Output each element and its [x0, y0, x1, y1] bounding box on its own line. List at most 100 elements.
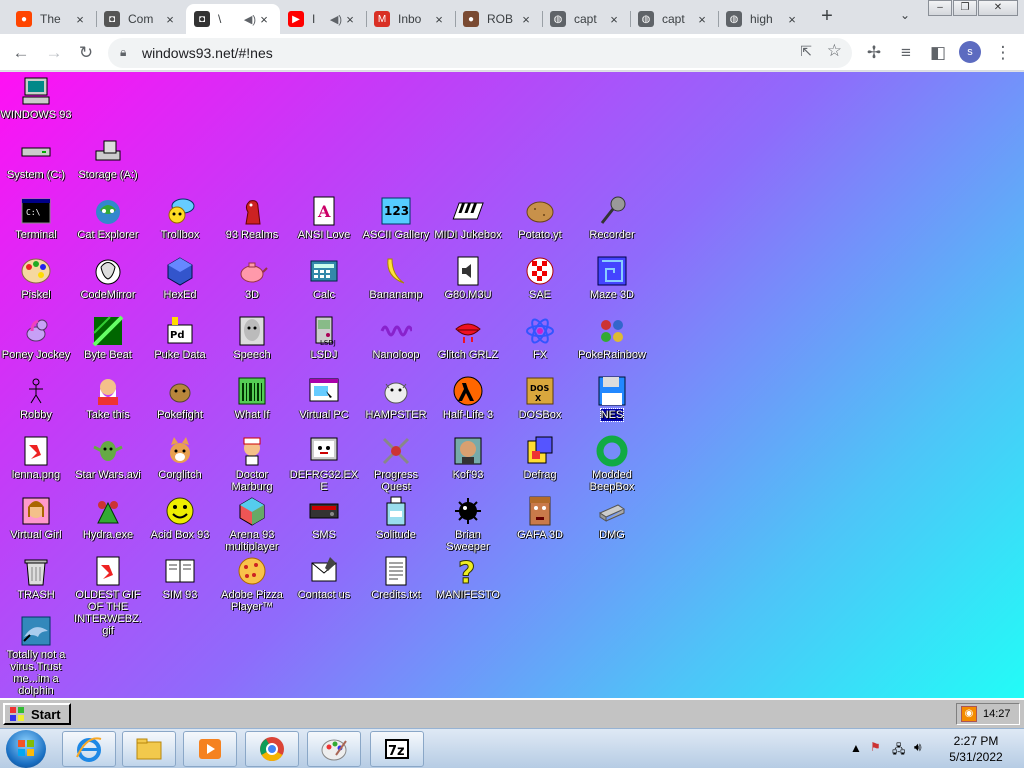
desktop-icon[interactable]: Progress Quest [360, 435, 432, 493]
desktop-icon[interactable]: Modded BeepBox [576, 435, 648, 493]
desktop-icon[interactable]: Credits.txt [360, 555, 432, 601]
browser-tab[interactable]: ◘ \ ◀) × [186, 4, 280, 34]
browser-tab[interactable]: ◍ capt × [630, 4, 718, 34]
desktop-icon[interactable]: Recorder [576, 195, 648, 241]
media-controls-icon[interactable]: ≡ [893, 40, 919, 66]
volume-icon[interactable]: 🔊︎ [914, 740, 922, 755]
taskbar-app[interactable] [307, 731, 361, 767]
minimize-button[interactable]: – [928, 0, 952, 16]
back-arrow-icon[interactable]: ← [8, 40, 34, 66]
desktop-icon[interactable]: Maze 3D [576, 255, 648, 301]
desktop-icon[interactable]: Virtual PC [288, 375, 360, 421]
desktop-icon[interactable]: OLDEST GIF OF THE INTERWEBZ.gif [72, 555, 144, 637]
desktop-icon[interactable]: Calc [288, 255, 360, 301]
desktop-icon[interactable]: A ANSI Love [288, 195, 360, 241]
desktop-icon[interactable]: 93 Realms [216, 195, 288, 241]
desktop-icon[interactable]: GAFA 3D [504, 495, 576, 541]
desktop-icon[interactable]: Speech [216, 315, 288, 361]
lock-icon[interactable]: 🔒︎ [120, 45, 126, 60]
desktop-icon[interactable]: DMG [576, 495, 648, 541]
browser-tab[interactable]: ◍ high × [718, 4, 808, 34]
side-panel-icon[interactable]: ◧ [925, 40, 951, 66]
desktop-icon[interactable]: Poney Jockey [0, 315, 72, 361]
desktop-icon[interactable]: Doctor Marburg [216, 435, 288, 493]
desktop-icon[interactable]: WINDOWS 93 [0, 75, 72, 121]
desktop-icon[interactable]: Acid Box 93 [144, 495, 216, 541]
desktop-icon[interactable]: Cat Explorer [72, 195, 144, 241]
tab-close-icon[interactable]: × [431, 12, 447, 27]
desktop-icon[interactable]: 123 ASCII Gallery [360, 195, 432, 241]
desktop-icon[interactable]: System (C:) [0, 135, 72, 181]
desktop-icon[interactable]: Solitude [360, 495, 432, 541]
tab-close-icon[interactable]: × [162, 12, 178, 27]
desktop-icon[interactable]: lenna.png [0, 435, 72, 481]
browser-tab[interactable]: ● ROB × [455, 4, 542, 34]
desktop-icon[interactable]: MIDI Jukebox [432, 195, 504, 241]
desktop-icon[interactable]: SAE [504, 255, 576, 301]
desktop-icon[interactable]: HexEd [144, 255, 216, 301]
desktop-icon[interactable]: Virtual Girl [0, 495, 72, 541]
share-icon[interactable]: ⇱ [800, 43, 812, 60]
desktop-icon[interactable]: HAMPSTER [360, 375, 432, 421]
bookmark-star-icon[interactable]: ☆ [827, 41, 842, 61]
taskbar-app[interactable] [62, 731, 116, 767]
url-text[interactable]: windows93.net/#!nes [142, 45, 273, 61]
address-bar[interactable]: 🔒︎ windows93.net/#!nes ⇱ ☆ [108, 38, 852, 68]
browser-tab[interactable]: ● The × [8, 4, 96, 34]
new-tab-button[interactable]: + [816, 6, 838, 28]
desktop-icon[interactable]: SIM 93 [144, 555, 216, 601]
desktop-icon[interactable]: Brian Sweeper [432, 495, 504, 553]
desktop-icon[interactable]: Take this [72, 375, 144, 421]
desktop-icon[interactable]: Robby [0, 375, 72, 421]
extensions-puzzle-icon[interactable]: ✢ [861, 40, 887, 66]
desktop-icon[interactable]: Pd Puke Data [144, 315, 216, 361]
desktop-icon[interactable]: FX [504, 315, 576, 361]
desktop-icon[interactable]: Bananamp [360, 255, 432, 301]
desktop-icon[interactable]: CodeMirror [72, 255, 144, 301]
windows-start-orb-icon[interactable] [6, 730, 46, 768]
browser-tab[interactable]: ▶ I ◀) × [280, 4, 366, 34]
desktop-icon[interactable]: What If [216, 375, 288, 421]
browser-tab[interactable]: ◍ capt × [542, 4, 630, 34]
forward-arrow-icon[interactable]: → [41, 40, 67, 66]
action-center-icon[interactable]: ⚑ [870, 740, 881, 754]
tab-audio-icon[interactable]: ◀) [330, 13, 342, 26]
tab-close-icon[interactable]: × [72, 12, 88, 27]
system-clock[interactable]: 2:27 PM 5/31/2022 [940, 733, 1012, 765]
tab-close-icon[interactable]: × [694, 12, 710, 27]
desktop-icon[interactable]: ? MANIFESTO [432, 555, 504, 602]
windows93-start-button[interactable]: Start [3, 703, 71, 725]
desktop-icon[interactable]: Defrag [504, 435, 576, 481]
reload-icon[interactable]: ↻ [73, 40, 99, 66]
taskbar-app[interactable] [122, 731, 176, 767]
desktop-icon[interactable]: Adobe Pizza Player™ [216, 555, 288, 613]
browser-tab[interactable]: ◘ Com × [96, 4, 186, 34]
desktop-icon[interactable]: Storage (A:) [72, 135, 144, 181]
desktop-icon[interactable]: LSDJ LSDJ [288, 315, 360, 361]
tab-audio-icon[interactable]: ◀) [244, 13, 256, 26]
taskbar-app[interactable] [183, 731, 237, 767]
tab-close-icon[interactable]: × [606, 12, 622, 27]
browser-tab[interactable]: M Inbo × [366, 4, 455, 34]
desktop-icon[interactable]: TRASH [0, 555, 72, 601]
menu-kebab-icon[interactable]: ⋮ [990, 40, 1016, 66]
tab-close-icon[interactable]: × [256, 12, 272, 27]
desktop-icon[interactable]: NES [576, 375, 648, 422]
tab-close-icon[interactable]: × [784, 12, 800, 27]
desktop-icon[interactable]: DOS X DOSBox [504, 375, 576, 421]
desktop-icon[interactable]: Totally not a virus.Trust me...im a dolp… [0, 615, 72, 697]
desktop-icon[interactable]: Glitch GRLZ [432, 315, 504, 361]
desktop-icon[interactable]: G80.M3U [432, 255, 504, 301]
desktop-icon[interactable]: Piskel [0, 255, 72, 301]
tab-close-icon[interactable]: × [518, 12, 534, 27]
desktop-icon[interactable]: PokeRainbow [576, 315, 648, 361]
desktop-icon[interactable]: Potato.yt [504, 195, 576, 241]
desktop-icon[interactable]: Corglitch [144, 435, 216, 481]
desktop-icon[interactable]: Half-Life 3 [432, 375, 504, 421]
network-icon[interactable]: 🖧︎ [892, 740, 905, 761]
profile-avatar[interactable]: s [959, 41, 981, 63]
desktop-icon[interactable]: 3D [216, 255, 288, 301]
restore-button[interactable]: ❐ [953, 0, 977, 16]
desktop-icon[interactable]: SMS [288, 495, 360, 541]
desktop-icon[interactable]: DEFRG32.EXE [288, 435, 360, 493]
